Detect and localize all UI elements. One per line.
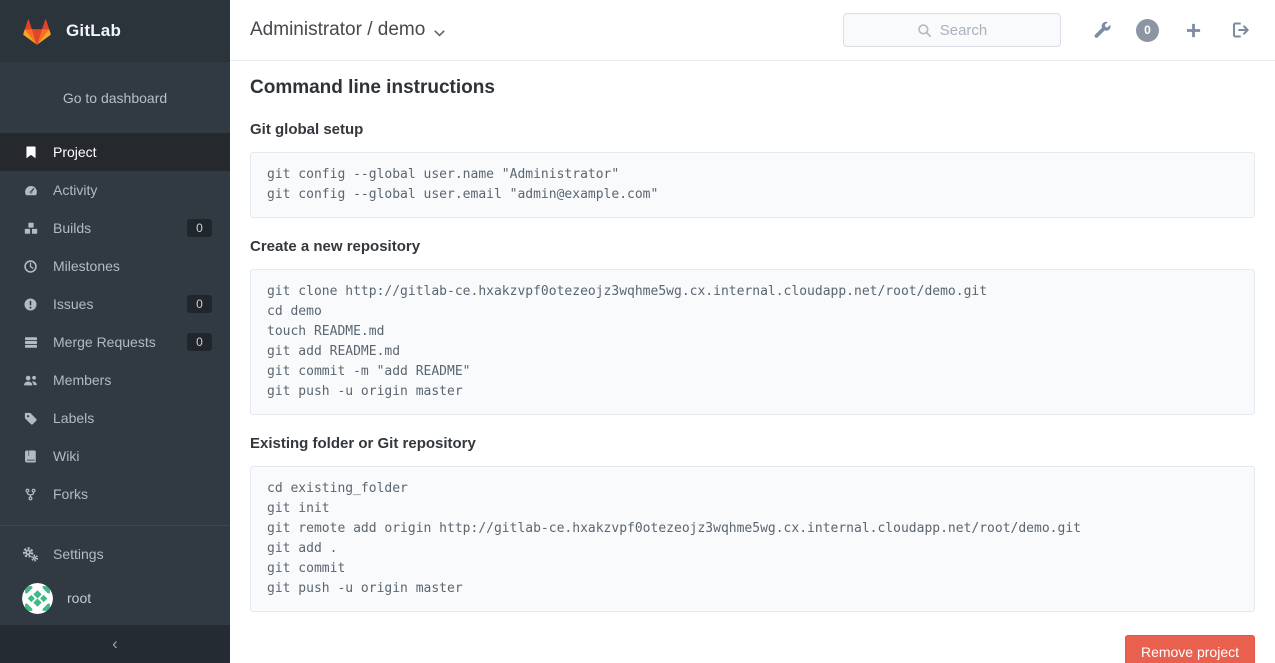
sidebar-item-label: Forks (53, 486, 216, 502)
sidebar-divider (0, 525, 230, 526)
sidebar-collapse-button[interactable]: ‹ (0, 625, 230, 663)
sidebar-item-label: Milestones (53, 258, 216, 274)
identicon-avatar (22, 583, 53, 614)
wrench-icon[interactable] (1089, 17, 1115, 43)
search-text-field[interactable] (844, 14, 1060, 46)
sidebar-nav: Project Activity Builds 0 Milestones I (0, 133, 230, 513)
code-block-git-global-setup: git config --global user.name "Administr… (250, 152, 1255, 218)
sidebar-item-label: Labels (53, 410, 216, 426)
chevron-left-icon: ‹ (112, 634, 118, 654)
todos-count-badge[interactable]: 0 (1136, 19, 1159, 42)
remove-project-button[interactable]: Remove project (1125, 635, 1255, 663)
sidebar: GitLab Go to dashboard Project Activity … (0, 0, 230, 663)
code-block-create-new-repository: git clone http://gitlab-ce.hxakzvpf0otez… (250, 269, 1255, 415)
sidebar-header: GitLab (0, 0, 230, 62)
sidebar-item-merge-requests[interactable]: Merge Requests 0 (0, 323, 230, 361)
sidebar-item-issues[interactable]: Issues 0 (0, 285, 230, 323)
sidebar-item-label: Activity (53, 182, 216, 198)
code-text: cd existing_folder git init git remote a… (267, 479, 1238, 599)
book-icon (22, 448, 39, 464)
users-icon (22, 372, 39, 388)
code-block-existing-folder: cd existing_folder git init git remote a… (250, 466, 1255, 612)
sidebar-item-label: Project (53, 144, 216, 160)
sidebar-item-project[interactable]: Project (0, 133, 230, 171)
page-title: Command line instructions (250, 77, 1255, 99)
search-input[interactable]: Search (843, 13, 1061, 47)
sidebar-item-forks[interactable]: Forks (0, 475, 230, 513)
sidebar-item-members[interactable]: Members (0, 361, 230, 399)
builds-count-badge: 0 (187, 219, 212, 237)
section-heading-create-new-repository: Create a new repository (250, 238, 1255, 255)
stacked-bars-icon (22, 334, 39, 350)
project-breadcrumb-dropdown[interactable]: Administrator / demo (250, 18, 445, 43)
sidebar-item-label: Builds (53, 220, 173, 236)
sign-out-icon[interactable] (1227, 17, 1253, 43)
merge-requests-count-badge: 0 (187, 333, 212, 351)
sidebar-item-milestones[interactable]: Milestones (0, 247, 230, 285)
code-fork-icon (22, 486, 39, 502)
gears-icon (22, 546, 39, 562)
sidebar-item-settings[interactable]: Settings (0, 535, 230, 573)
chevron-down-icon (434, 21, 445, 43)
todos-count: 0 (1144, 23, 1151, 37)
footer-actions: Remove project (250, 635, 1255, 663)
user-name: root (67, 590, 91, 606)
section-heading-git-global-setup: Git global setup (250, 121, 1255, 138)
brand-name[interactable]: GitLab (66, 21, 121, 41)
sidebar-user-root[interactable]: root (0, 575, 230, 621)
code-text: git config --global user.name "Administr… (267, 165, 1238, 205)
cubes-icon (22, 220, 39, 236)
content: Command line instructions Git global set… (230, 61, 1275, 663)
main-area: Administrator / demo Search 0 (230, 0, 1275, 663)
sidebar-item-label: Settings (53, 546, 216, 562)
sidebar-item-label: Issues (53, 296, 173, 312)
topbar-icons: 0 (1089, 17, 1253, 43)
sidebar-item-label: Members (53, 372, 216, 388)
sidebar-item-labels[interactable]: Labels (0, 399, 230, 437)
code-text: git clone http://gitlab-ce.hxakzvpf0otez… (267, 282, 1238, 402)
exclamation-circle-icon (22, 296, 39, 312)
breadcrumb: Administrator / demo (250, 19, 425, 41)
tachometer-icon (22, 182, 39, 198)
go-to-dashboard-link[interactable]: Go to dashboard (0, 62, 230, 130)
issues-count-badge: 0 (187, 295, 212, 313)
sidebar-item-wiki[interactable]: Wiki (0, 437, 230, 475)
bookmark-icon (22, 144, 39, 160)
sidebar-item-activity[interactable]: Activity (0, 171, 230, 209)
sidebar-item-label: Merge Requests (53, 334, 173, 350)
tags-icon (22, 410, 39, 426)
gitlab-tanuki-icon[interactable] (22, 17, 52, 46)
topbar: Administrator / demo Search 0 (230, 0, 1275, 61)
clock-icon (22, 258, 39, 274)
section-heading-existing-folder: Existing folder or Git repository (250, 435, 1255, 452)
sidebar-item-label: Wiki (53, 448, 216, 464)
sidebar-item-builds[interactable]: Builds 0 (0, 209, 230, 247)
plus-icon[interactable] (1180, 17, 1206, 43)
